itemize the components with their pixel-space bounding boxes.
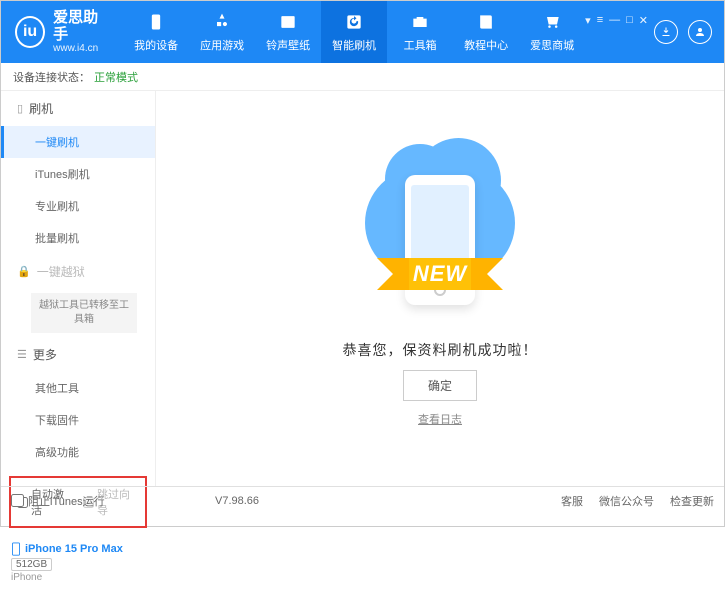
nav-ringtones[interactable]: 铃声壁纸 xyxy=(255,1,321,63)
close-icon[interactable]: ✕ xyxy=(639,14,648,27)
footer: 阻止iTunes运行 V7.98.66 客服 微信公众号 检查更新 xyxy=(1,486,724,514)
cart-icon xyxy=(541,11,563,33)
logo: iu 爱思助手 www.i4.cn xyxy=(1,10,123,54)
status-value: 正常模式 xyxy=(94,69,138,85)
lock-icon: 🔒 xyxy=(17,265,31,278)
main-nav: 我的设备 应用游戏 铃声壁纸 智能刷机 工具箱 教程中心 爱思商城 xyxy=(123,1,585,63)
more-icon: ☰ xyxy=(17,348,27,361)
success-illustration: NEW xyxy=(360,150,520,330)
maximize-icon[interactable]: □ xyxy=(626,14,633,27)
footer-wechat[interactable]: 微信公众号 xyxy=(599,493,654,509)
user-button[interactable] xyxy=(688,20,712,44)
nav-my-device[interactable]: 我的设备 xyxy=(123,1,189,63)
jailbreak-note: 越狱工具已转移至工具箱 xyxy=(31,293,137,333)
sidebar-item-pro[interactable]: 专业刷机 xyxy=(1,190,155,222)
device-info: iPhone 15 Pro Max 512GB iPhone xyxy=(1,536,155,589)
nav-tutorials[interactable]: 教程中心 xyxy=(453,1,519,63)
view-log-link[interactable]: 查看日志 xyxy=(418,411,462,427)
main-content: NEW 恭喜您，保资料刷机成功啦！ 确定 查看日志 xyxy=(156,91,724,486)
sidebar-item-advanced[interactable]: 高级功能 xyxy=(1,436,155,468)
version-label: V7.98.66 xyxy=(215,495,259,507)
device-name: iPhone 15 Pro Max xyxy=(11,542,145,556)
nav-flash[interactable]: 智能刷机 xyxy=(321,1,387,63)
success-message: 恭喜您，保资料刷机成功啦！ xyxy=(343,340,538,360)
minimize-icon[interactable]: — xyxy=(609,14,620,27)
sidebar-item-download[interactable]: 下载固件 xyxy=(1,404,155,436)
header-right: ▾ ≡ — □ ✕ xyxy=(585,14,724,51)
phone-small-icon xyxy=(11,542,21,556)
footer-support[interactable]: 客服 xyxy=(561,493,583,509)
device-icon xyxy=(145,11,167,33)
sidebar: ▯刷机 一键刷机 iTunes刷机 专业刷机 批量刷机 🔒一键越狱 越狱工具已转… xyxy=(1,91,156,486)
sidebar-item-oneclick[interactable]: 一键刷机 xyxy=(1,126,155,158)
toolbox-icon xyxy=(409,11,431,33)
pin-icon[interactable]: ≡ xyxy=(597,14,603,27)
new-ribbon: NEW xyxy=(397,258,483,290)
book-icon xyxy=(475,11,497,33)
sidebar-group-more[interactable]: ☰更多 xyxy=(1,337,155,372)
app-title: 爱思助手 xyxy=(53,10,109,43)
footer-update[interactable]: 检查更新 xyxy=(670,493,714,509)
block-itunes-checkbox[interactable]: 阻止iTunes运行 xyxy=(11,493,105,509)
app-header: iu 爱思助手 www.i4.cn 我的设备 应用游戏 铃声壁纸 智能刷机 工具… xyxy=(1,1,724,63)
nav-toolbox[interactable]: 工具箱 xyxy=(387,1,453,63)
logo-icon: iu xyxy=(15,16,45,48)
sidebar-group-flash[interactable]: ▯刷机 xyxy=(1,91,155,126)
picture-icon xyxy=(277,11,299,33)
apps-icon xyxy=(211,11,233,33)
nav-store[interactable]: 爱思商城 xyxy=(519,1,585,63)
menu-icon[interactable]: ▾ xyxy=(585,14,591,27)
device-storage: 512GB xyxy=(11,558,52,571)
sidebar-item-batch[interactable]: 批量刷机 xyxy=(1,222,155,254)
nav-apps[interactable]: 应用游戏 xyxy=(189,1,255,63)
phone-icon: ▯ xyxy=(17,102,23,115)
window-controls: ▾ ≡ — □ ✕ xyxy=(585,14,648,27)
sidebar-group-jailbreak: 🔒一键越狱 xyxy=(1,254,155,289)
refresh-icon xyxy=(343,11,365,33)
status-bar: 设备连接状态： 正常模式 xyxy=(1,63,724,91)
sidebar-item-other[interactable]: 其他工具 xyxy=(1,372,155,404)
download-button[interactable] xyxy=(654,20,678,44)
status-label: 设备连接状态： xyxy=(13,69,90,85)
sidebar-item-itunes[interactable]: iTunes刷机 xyxy=(1,158,155,190)
ok-button[interactable]: 确定 xyxy=(403,370,477,401)
app-url: www.i4.cn xyxy=(53,43,109,54)
device-type: iPhone xyxy=(11,572,145,583)
